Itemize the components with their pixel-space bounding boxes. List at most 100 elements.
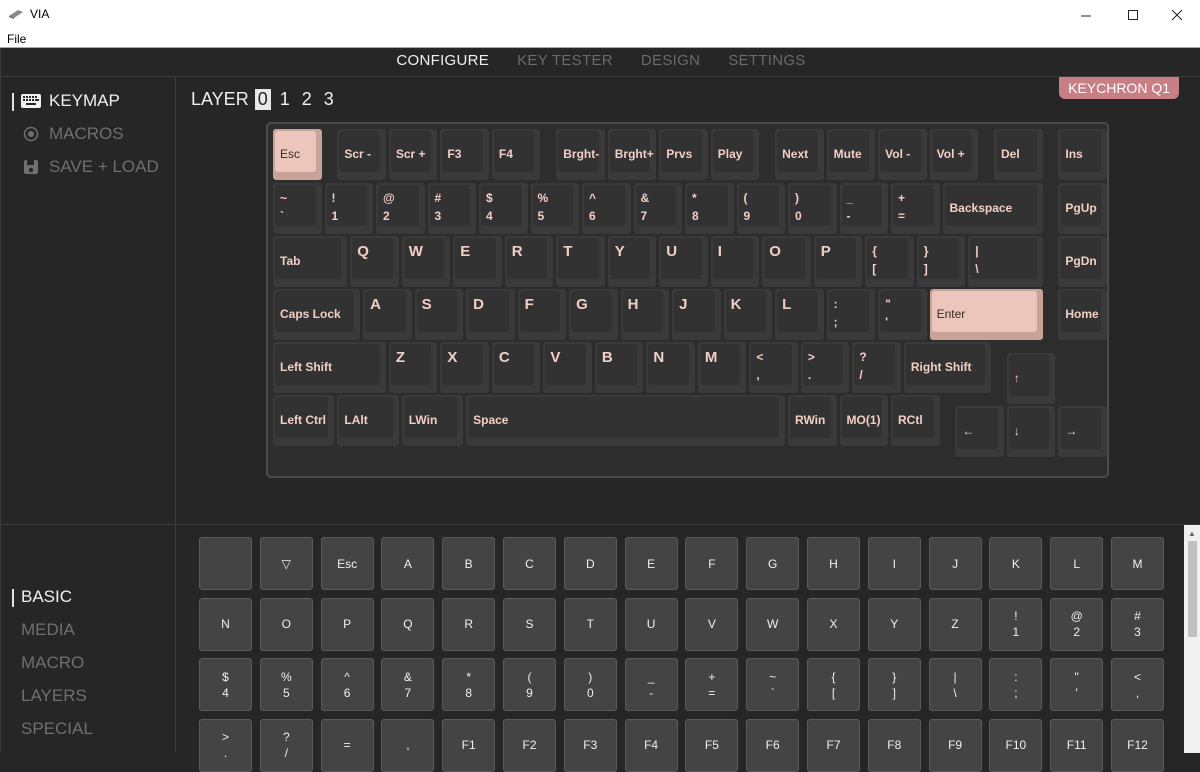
keycode-button[interactable]: O: [259, 597, 313, 651]
sidebar-item-save-load[interactable]: SAVE + LOAD: [21, 157, 159, 177]
keycode-button[interactable]: + =: [685, 658, 739, 711]
key-[interactable]: ↑: [1006, 352, 1056, 404]
key-vol[interactable]: Vol -: [878, 129, 927, 180]
keycode-button[interactable]: T: [563, 597, 617, 651]
key-pgdn[interactable]: PgDn: [1058, 235, 1107, 287]
scroll-up-icon[interactable]: ▲: [1188, 529, 1196, 538]
key-a[interactable]: A: [363, 288, 412, 340]
key-home[interactable]: Home: [1058, 288, 1107, 340]
key-[interactable]: }]: [916, 235, 966, 287]
keycode-button[interactable]: _ -: [624, 658, 678, 711]
key-3[interactable]: #3: [427, 182, 476, 234]
keycode-button[interactable]: ) 0: [563, 658, 617, 711]
key-6[interactable]: ^ 6: [582, 182, 631, 234]
tab-design[interactable]: DESIGN: [627, 48, 714, 76]
keycode-button[interactable]: F9: [928, 718, 982, 772]
key-m[interactable]: M: [697, 341, 747, 393]
maximize-button[interactable]: [1110, 0, 1156, 30]
keycode-button[interactable]: P: [320, 597, 374, 651]
keycode-button[interactable]: K: [989, 537, 1043, 590]
key-del[interactable]: Del: [994, 129, 1043, 180]
keycode-button[interactable]: @2: [1050, 597, 1104, 651]
keycode-button[interactable]: =: [320, 718, 374, 772]
key-b[interactable]: B: [594, 341, 644, 393]
keycode-button[interactable]: F6: [746, 718, 800, 772]
key-[interactable]: ~ `: [273, 182, 322, 234]
key-4[interactable]: $4: [479, 182, 528, 234]
menu-file[interactable]: File: [7, 32, 26, 46]
key-f3[interactable]: F3: [440, 129, 489, 180]
keycode-button[interactable]: W: [746, 597, 800, 651]
key-left-ctrl[interactable]: Left Ctrl: [273, 395, 335, 447]
key-lwin[interactable]: LWin: [401, 395, 464, 447]
keycode-button[interactable]: F3: [563, 718, 617, 772]
layer-1-button[interactable]: 1: [277, 89, 293, 110]
layer-0-button[interactable]: 0: [254, 89, 271, 110]
keycode-scrollbar[interactable]: ▲: [1184, 525, 1200, 753]
key-8[interactable]: * 8: [685, 182, 734, 234]
category-special[interactable]: SPECIAL: [21, 719, 93, 739]
category-basic[interactable]: BASIC: [12, 587, 72, 607]
keycode-button[interactable]: J: [928, 537, 982, 590]
key-f[interactable]: F: [517, 288, 567, 340]
keycode-button[interactable]: ^ 6: [320, 658, 374, 711]
key-n[interactable]: N: [646, 341, 695, 393]
key-[interactable]: ? /: [852, 341, 901, 393]
sidebar-item-keymap[interactable]: KEYMAP: [12, 91, 120, 111]
key-x[interactable]: X: [440, 341, 489, 393]
keycode-button[interactable]: :;: [989, 658, 1043, 711]
keycode-button[interactable]: D: [563, 537, 617, 590]
key-scr[interactable]: Scr +: [388, 129, 438, 180]
key-backspace[interactable]: Backspace: [942, 182, 1043, 234]
category-layers[interactable]: LAYERS: [21, 686, 87, 706]
keycode-button[interactable]: <,: [1111, 658, 1164, 711]
key-caps-lock[interactable]: Caps Lock: [273, 288, 361, 340]
key-[interactable]: :;: [826, 288, 876, 340]
keycode-button[interactable]: [199, 537, 252, 590]
key-enter[interactable]: Enter: [929, 288, 1043, 340]
key-k[interactable]: K: [723, 288, 773, 340]
keycode-button[interactable]: {[: [807, 658, 860, 711]
keycode-button[interactable]: X: [807, 597, 860, 651]
key-vol[interactable]: Vol +: [929, 129, 979, 180]
keycode-button[interactable]: % 5: [259, 658, 313, 711]
keycode-button[interactable]: * 8: [442, 658, 496, 711]
keycode-button[interactable]: F7: [807, 718, 860, 772]
key-l[interactable]: L: [775, 288, 824, 340]
keycode-button[interactable]: U: [624, 597, 678, 651]
keycode-button[interactable]: ,: [381, 718, 435, 772]
keycode-button[interactable]: Y: [867, 597, 921, 651]
keycode-button[interactable]: F4: [624, 718, 678, 772]
key-g[interactable]: G: [569, 288, 618, 340]
key-t[interactable]: T: [556, 235, 605, 287]
tab-settings[interactable]: SETTINGS: [714, 48, 819, 76]
key-[interactable]: | \: [968, 235, 1043, 287]
keycode-button[interactable]: C: [503, 537, 556, 590]
keycode-button[interactable]: & 7: [381, 658, 435, 711]
key-right-shift[interactable]: Right Shift: [903, 341, 991, 393]
keycode-button[interactable]: >.: [199, 718, 252, 772]
keycode-button[interactable]: B: [442, 537, 496, 590]
key-ins[interactable]: Ins: [1058, 129, 1107, 180]
keycode-button[interactable]: F1: [442, 718, 496, 772]
key-[interactable]: >.: [800, 341, 850, 393]
key-play[interactable]: Play: [710, 129, 760, 180]
key-2[interactable]: @2: [376, 182, 425, 234]
keycode-button[interactable]: ? /: [259, 718, 313, 772]
keycode-button[interactable]: F11: [1050, 718, 1104, 772]
keycode-button[interactable]: ▽: [259, 537, 313, 590]
keycode-button[interactable]: Esc: [320, 537, 374, 590]
keycode-button[interactable]: (9: [503, 658, 556, 711]
key-[interactable]: ←: [955, 406, 1004, 458]
category-media[interactable]: MEDIA: [21, 620, 75, 640]
keycode-button[interactable]: S: [503, 597, 556, 651]
keycode-button[interactable]: Z: [928, 597, 982, 651]
keycode-button[interactable]: #3: [1111, 597, 1164, 651]
keycode-button[interactable]: H: [807, 537, 860, 590]
key-mo-1[interactable]: MO(1): [839, 395, 888, 447]
key-pgup[interactable]: PgUp: [1058, 182, 1107, 234]
key-rctl[interactable]: RCtl: [891, 395, 940, 447]
key-tab[interactable]: Tab: [273, 235, 348, 287]
key-left-shift[interactable]: Left Shift: [273, 341, 386, 393]
key-s[interactable]: S: [414, 288, 464, 340]
